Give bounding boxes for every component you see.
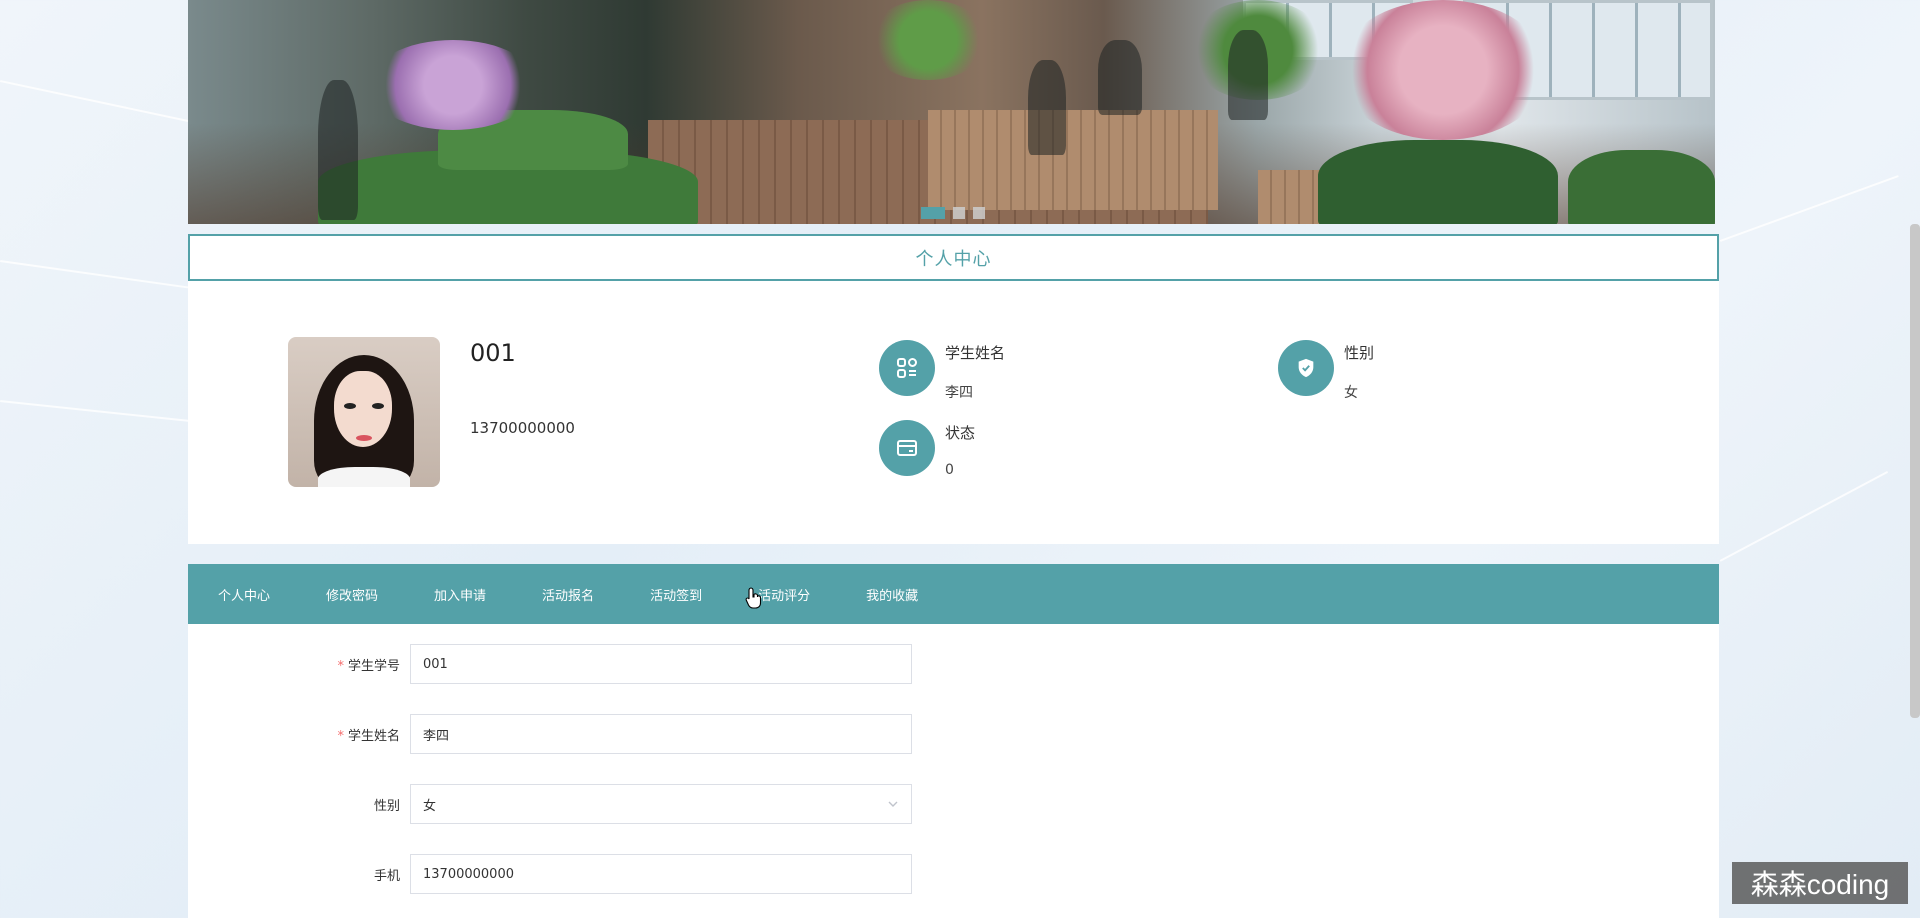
carousel-dot-1[interactable] — [921, 207, 945, 219]
chevron-down-icon — [887, 798, 899, 814]
banner-bench — [928, 110, 1218, 210]
info-label: 学生姓名 — [945, 344, 1006, 362]
gender-select-value: 女 — [423, 798, 437, 814]
form-label: * 学生学号 — [188, 655, 400, 674]
avatar-eye — [344, 403, 356, 409]
banner-hedge — [1568, 150, 1715, 224]
banner-carousel[interactable] — [188, 0, 1715, 224]
background-streak — [0, 400, 190, 422]
form-row-student-name: * 学生姓名 李四 — [188, 714, 1188, 754]
phone-input[interactable]: 13700000000 — [410, 854, 912, 894]
tab-activity-rating[interactable]: 活动评分 — [758, 585, 810, 604]
info-value: 女 — [1344, 385, 1358, 401]
avatar-shirt — [318, 467, 410, 487]
banner-person — [1098, 40, 1142, 115]
section-title-text: 个人中心 — [915, 248, 992, 270]
form-label: * 学生姓名 — [188, 725, 400, 744]
watermark: 森森coding — [1732, 862, 1908, 904]
banner-flowers — [368, 40, 538, 130]
tab-change-password[interactable]: 修改密码 — [326, 585, 378, 604]
student-name-input[interactable]: 李四 — [410, 714, 912, 754]
main-container: 个人中心 001 13700000000 学生姓名 李四 性别 女 状态 0 个… — [188, 0, 1719, 918]
student-id-input[interactable]: 001 — [410, 644, 912, 684]
required-mark: * — [337, 659, 344, 674]
profile-card: 001 13700000000 学生姓名 李四 性别 女 状态 0 — [188, 281, 1719, 544]
banner-hedge — [1318, 140, 1558, 224]
background-streak — [1719, 175, 1899, 242]
carousel-dot-2[interactable] — [953, 207, 965, 219]
profile-phone: 13700000000 — [470, 419, 575, 437]
avatar-lips — [356, 435, 372, 441]
gender-label: 性别 — [373, 799, 400, 814]
section-title: 个人中心 — [188, 234, 1719, 281]
carousel-indicators — [921, 207, 985, 219]
info-value: 0 — [945, 462, 954, 478]
hand-pointer-icon — [745, 586, 763, 614]
gender-select[interactable]: 女 — [410, 784, 912, 824]
shield-icon — [1278, 340, 1334, 396]
profile-tab-bar: 个人中心 修改密码 加入申请 活动报名 活动签到 活动评分 我的收藏 — [188, 564, 1719, 624]
avatar-eye — [372, 403, 384, 409]
tab-activity-checkin[interactable]: 活动签到 — [650, 585, 702, 604]
student-name-label: 学生姓名 — [347, 729, 400, 744]
profile-student-id: 001 — [470, 339, 516, 367]
tab-my-favorites[interactable]: 我的收藏 — [866, 585, 918, 604]
profile-form: * 学生学号 001 * 学生姓名 李四 性别 女 手机 13700000000 — [188, 624, 1719, 918]
info-label: 性别 — [1344, 344, 1375, 362]
form-row-phone: 手机 13700000000 — [188, 854, 1188, 894]
apps-icon — [879, 340, 935, 396]
info-value: 李四 — [945, 385, 973, 401]
banner-person — [1228, 30, 1268, 120]
banner-tree — [868, 0, 988, 80]
student-id-label: 学生学号 — [347, 659, 400, 674]
tab-personal-center[interactable]: 个人中心 — [218, 585, 270, 604]
tab-activity-registration[interactable]: 活动报名 — [542, 585, 594, 604]
background-streak — [0, 260, 189, 289]
form-row-student-id: * 学生学号 001 — [188, 644, 1188, 684]
form-row-gender: 性别 女 — [188, 784, 1188, 824]
banner-flowers — [1338, 0, 1548, 140]
background-streak — [0, 80, 196, 124]
background-streak — [1719, 470, 1889, 562]
banner-person — [1028, 60, 1066, 155]
carousel-dot-3[interactable] — [973, 207, 985, 219]
wallet-icon — [879, 420, 935, 476]
required-mark: * — [337, 729, 344, 744]
phone-label: 手机 — [373, 869, 400, 884]
avatar — [288, 337, 440, 487]
banner-person — [318, 80, 358, 220]
info-label: 状态 — [945, 424, 976, 442]
page-scrollbar[interactable] — [1910, 224, 1920, 718]
tab-join-application[interactable]: 加入申请 — [434, 585, 486, 604]
